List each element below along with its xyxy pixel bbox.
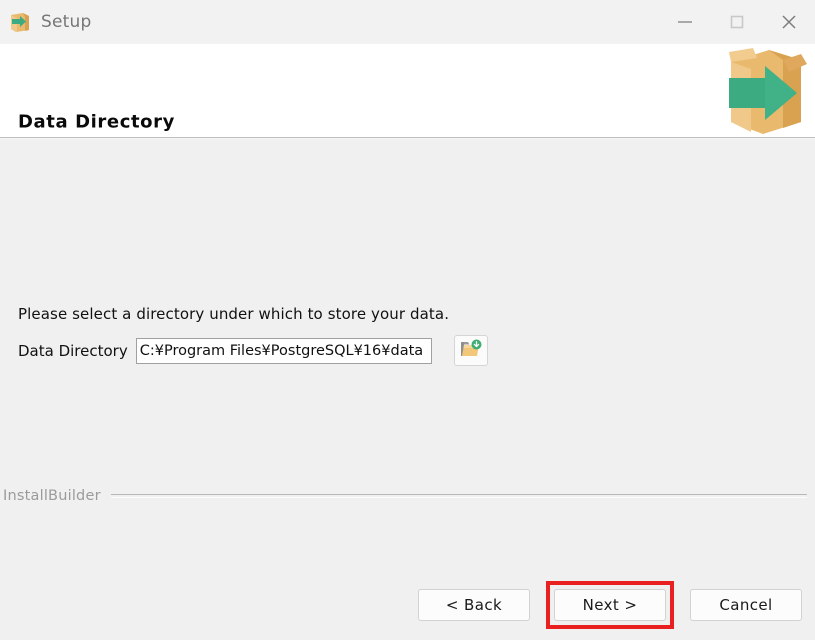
setup-wizard-window: Setup Data Directory Please select a dir…: [0, 0, 815, 640]
cancel-button-wrap: Cancel: [690, 589, 802, 621]
data-directory-row: Data Directory: [18, 335, 488, 366]
next-button-highlight: Next >: [546, 581, 674, 629]
data-directory-input[interactable]: [135, 337, 432, 364]
close-icon[interactable]: [763, 0, 815, 44]
minimize-icon[interactable]: [659, 0, 711, 44]
footer-divider: [110, 494, 807, 498]
package-box-arrow-icon: [723, 46, 807, 138]
footer: InstallBuilder < Back Next > Cancel: [0, 488, 815, 640]
page-header: Data Directory: [0, 44, 815, 138]
maximize-icon[interactable]: [711, 0, 763, 44]
back-button-wrap: < Back: [418, 589, 530, 621]
cancel-button[interactable]: Cancel: [690, 589, 802, 621]
page-title: Data Directory: [18, 111, 175, 133]
window-title: Setup: [41, 12, 92, 32]
data-directory-label: Data Directory: [18, 341, 128, 360]
instruction-text: Please select a directory under which to…: [18, 305, 450, 323]
next-button[interactable]: Next >: [554, 589, 666, 621]
installbuilder-brand: InstallBuilder: [3, 488, 101, 504]
back-button[interactable]: < Back: [418, 589, 530, 621]
wizard-button-row: < Back Next > Cancel: [418, 581, 802, 629]
brand-row: InstallBuilder: [0, 488, 815, 504]
page-body: Please select a directory under which to…: [0, 138, 815, 640]
window-controls: [659, 0, 815, 44]
browse-folder-button[interactable]: [453, 335, 488, 366]
title-bar: Setup: [0, 0, 815, 44]
open-folder-icon: [460, 339, 482, 362]
setup-package-icon: [9, 11, 31, 33]
